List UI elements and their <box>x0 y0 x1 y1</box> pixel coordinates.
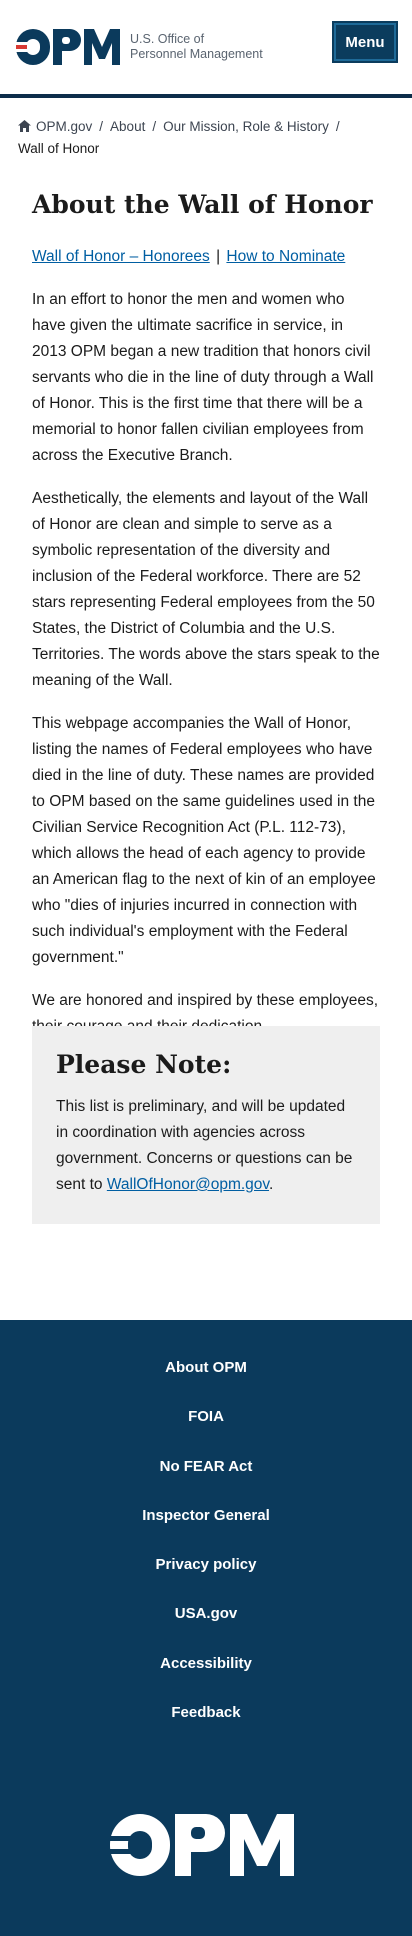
agency-name: U.S. Office of Personnel Management <box>130 32 263 62</box>
breadcrumb: OPM.gov / About / Our Mission, Role & Histor… <box>18 116 398 160</box>
footer-link-no-fear-act[interactable]: No FEAR Act <box>0 1457 412 1477</box>
site-footer: About OPM FOIA No FEAR Act Inspector Gen… <box>0 1320 412 1936</box>
email-link[interactable]: WallOfHonor@opm.gov <box>107 1176 269 1193</box>
breadcrumb-link-about[interactable]: About <box>110 119 145 134</box>
note-trailing: . <box>269 1176 274 1193</box>
site-header: U.S. Office of Personnel Management Menu <box>0 0 412 94</box>
link-separator: | <box>216 248 221 265</box>
note-text: This list is preliminary, and will be up… <box>56 1094 356 1198</box>
breadcrumb-link-mission[interactable]: Our Mission, Role & History <box>163 119 329 134</box>
breadcrumb-separator: / <box>335 119 340 134</box>
menu-button[interactable]: Menu <box>332 21 398 63</box>
main-content: About the Wall of Honor Wall of Honor – … <box>32 188 380 1040</box>
aesthetics-paragraph: Aesthetically, the elements and layout o… <box>32 490 380 689</box>
page-links: Wall of Honor – Honorees | How to Nomina… <box>32 244 380 270</box>
honorees-link[interactable]: Wall of Honor – Honorees <box>32 248 210 265</box>
footer-link-inspector-general[interactable]: Inspector General <box>0 1506 412 1526</box>
breadcrumb-current: Wall of Honor <box>18 141 100 156</box>
footer-link-about-opm[interactable]: About OPM <box>0 1358 412 1378</box>
header-divider <box>0 94 412 98</box>
opm-logo-icon <box>16 29 120 65</box>
footer-link-usa-gov[interactable]: USA.gov <box>0 1604 412 1624</box>
breadcrumb-separator: / <box>99 119 104 134</box>
webpage-paragraph: This webpage accompanies the Wall of Hon… <box>32 715 376 966</box>
footer-link-accessibility[interactable]: Accessibility <box>0 1654 412 1674</box>
footer-link-foia[interactable]: FOIA <box>0 1407 412 1427</box>
breadcrumb-link-home[interactable]: OPM.gov <box>36 119 92 134</box>
home-icon <box>18 120 31 132</box>
agency-name-line1: U.S. Office of <box>130 32 205 46</box>
footer-link-feedback[interactable]: Feedback <box>0 1703 412 1723</box>
how-to-nominate-link[interactable]: How to Nominate <box>226 248 345 265</box>
agency-name-line2: Personnel Management <box>130 47 263 61</box>
please-note-box: Please Note: This list is preliminary, a… <box>32 1026 380 1224</box>
page-title: About the Wall of Honor <box>32 190 373 219</box>
opm-footer-logo-icon[interactable] <box>110 1814 294 1876</box>
breadcrumb-separator: / <box>152 119 157 134</box>
intro-paragraph: In an effort to honor the men and women … <box>32 291 374 464</box>
footer-link-privacy-policy[interactable]: Privacy policy <box>0 1555 412 1575</box>
note-title: Please Note: <box>56 1050 232 1079</box>
opm-logo[interactable]: U.S. Office of Personnel Management <box>16 29 263 65</box>
